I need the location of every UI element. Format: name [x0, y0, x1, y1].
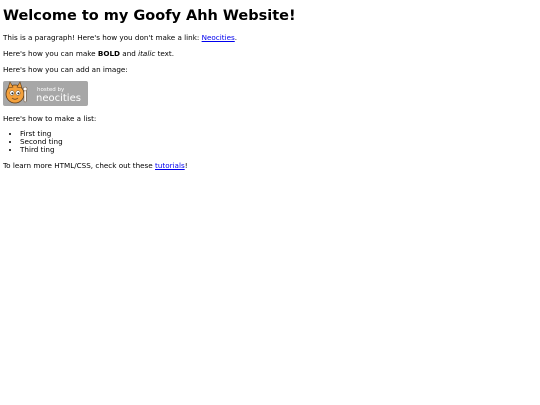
paragraph-list-intro: Here's how to make a list: — [3, 113, 97, 123]
tutorials-link[interactable]: tutorials — [155, 161, 185, 170]
neocities-badge-graphic: hosted by neocities — [3, 80, 88, 106]
paragraph-text: This is a paragraph! Here's how you don'… — [3, 32, 202, 42]
italic-text: italic — [138, 48, 156, 58]
paragraph-end: . — [234, 32, 238, 42]
page-content: Welcome to my Goofy Ahh Website! This is… — [0, 0, 540, 179]
neocities-link[interactable]: Neocities — [202, 33, 235, 42]
badge-line2: neocities — [36, 93, 81, 104]
list-item: First ting — [20, 129, 537, 138]
paragraph-formatting: Here's how you can make BOLD and italic … — [3, 49, 537, 58]
formatting-text-mid: and — [120, 48, 139, 58]
page-title: Welcome to my Goofy Ahh Website! — [3, 8, 296, 24]
neocities-badge[interactable]: hosted by neocities — [3, 80, 88, 106]
tutorials-text-pre: To learn more HTML/CSS, check out these — [3, 160, 156, 170]
paragraph-tutorials: To learn more HTML/CSS, check out these … — [3, 161, 537, 170]
item-list: First ting Second ting Third ting — [3, 129, 537, 155]
list-item: Third ting — [20, 145, 537, 154]
list-item: Second ting — [20, 137, 537, 146]
formatting-text-end: text. — [155, 48, 175, 58]
paragraph-link: This is a paragraph! Here's how you don'… — [3, 33, 537, 42]
bold-text: BOLD — [97, 48, 121, 58]
tutorials-text-end: ! — [184, 160, 188, 170]
paragraph-image-intro: Here's how you can add an image: — [3, 64, 128, 74]
formatting-text-pre: Here's how you can make — [3, 48, 98, 58]
